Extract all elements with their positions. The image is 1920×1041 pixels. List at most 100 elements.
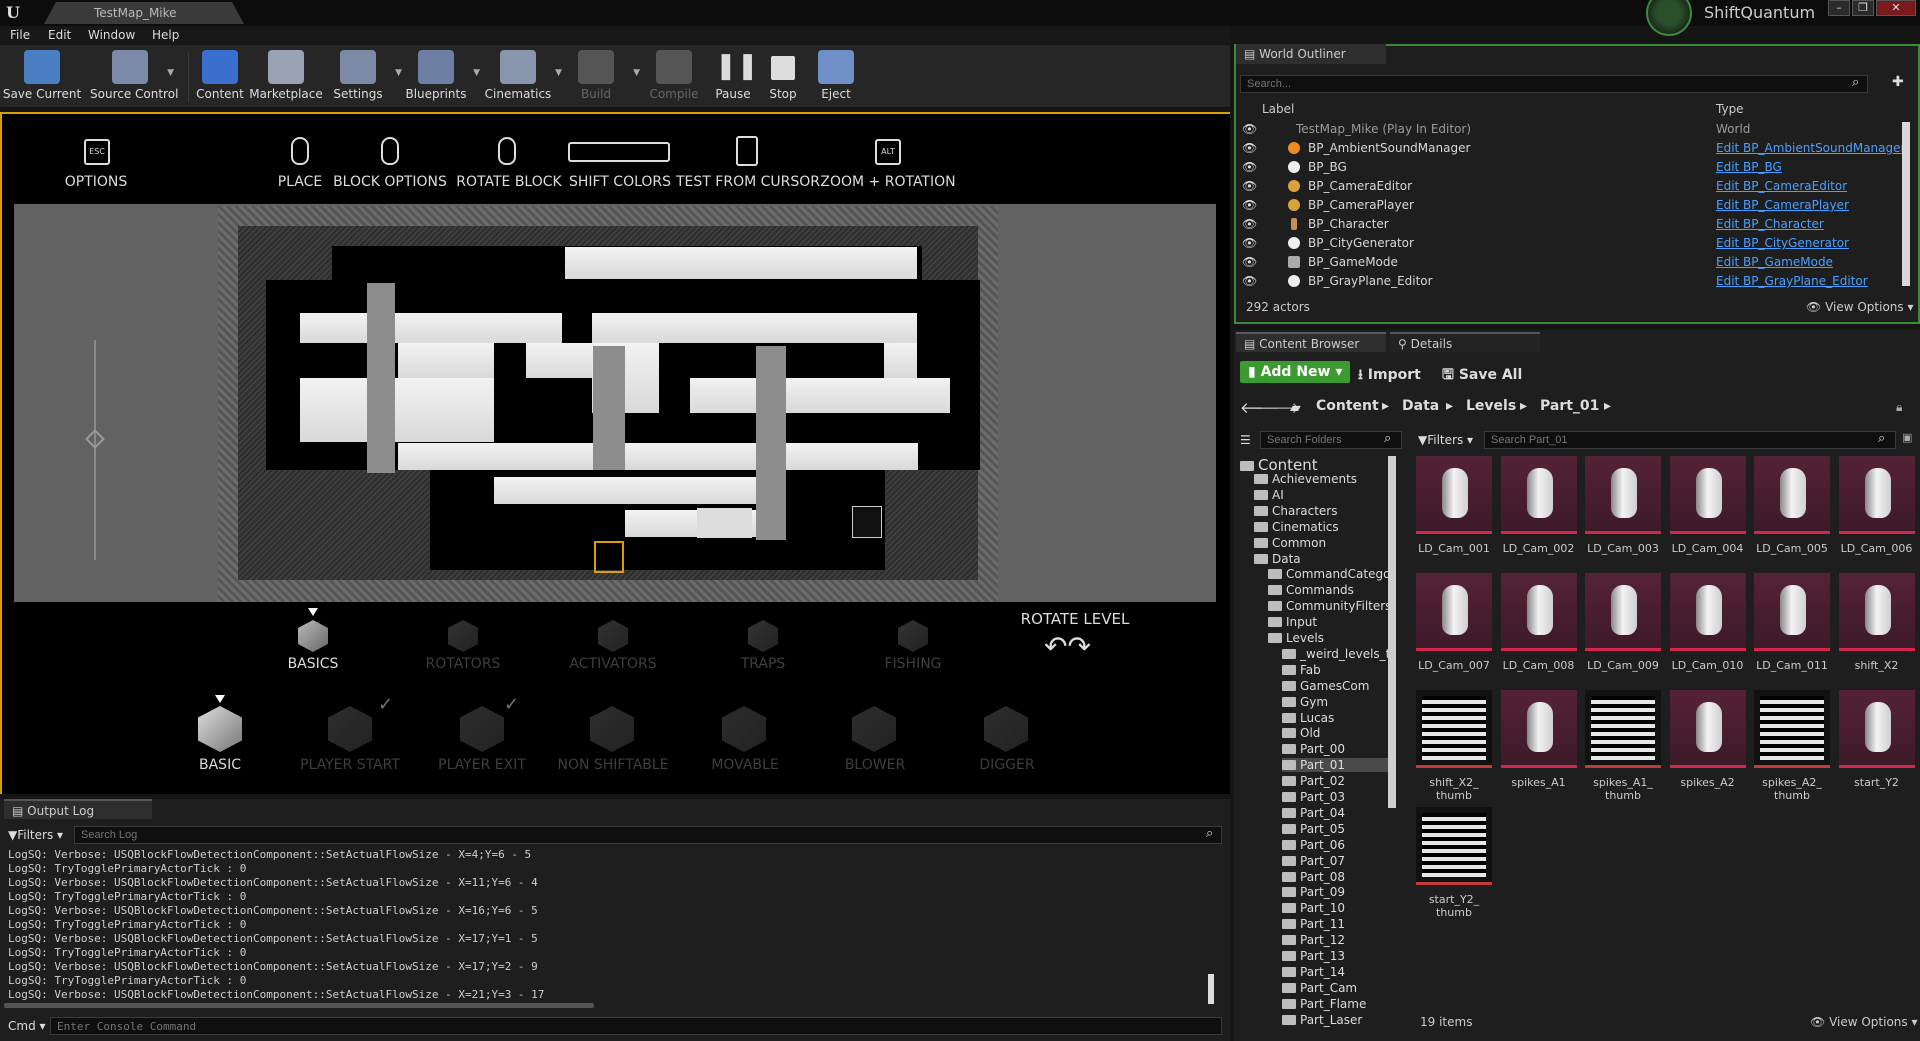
asset-tile[interactable]: LD_Cam_008	[1500, 573, 1577, 693]
build-button[interactable]: Build ▼	[556, 48, 640, 106]
asset-tile[interactable]: LD_Cam_006	[1838, 456, 1915, 576]
edit-blueprint-link[interactable]: Edit BP_GrayPlane_Editor	[1716, 274, 1868, 288]
folder-tree-item[interactable]: CommandCatego	[1268, 567, 1390, 581]
save-current-button[interactable]: Save Current	[2, 48, 82, 106]
close-window-button[interactable]: ✕	[1876, 0, 1916, 16]
log-vertical-scrollbar[interactable]	[1208, 974, 1214, 1004]
cmd-selector[interactable]: Cmd ▾	[8, 1019, 46, 1033]
outliner-row[interactable]: 👁 BP_GameMode Edit BP_GameMode	[1236, 253, 1916, 272]
log-search-input[interactable]	[74, 826, 1222, 844]
breadcrumb-part-01[interactable]: Part_01	[1540, 398, 1599, 414]
outliner-row[interactable]: 👁 BP_CityGenerator Edit BP_CityGenerator	[1236, 234, 1916, 253]
folder-tree-item[interactable]: Common	[1254, 536, 1326, 550]
edit-blueprint-link[interactable]: Edit BP_GameMode	[1716, 255, 1833, 269]
folder-tree-item[interactable]: Commands	[1268, 583, 1354, 597]
map-tab[interactable]: TestMap_Mike	[44, 2, 244, 24]
column-label-header[interactable]: Label	[1262, 102, 1294, 116]
folder-tree-item[interactable]: Levels	[1268, 631, 1324, 645]
block-non-shiftable[interactable]: NON SHIFTABLE	[548, 757, 678, 773]
outliner-row[interactable]: 👁 BP_Character Edit BP_Character	[1236, 215, 1916, 234]
visibility-eye-icon[interactable]: 👁	[1242, 236, 1257, 250]
block-digger[interactable]: DIGGER	[962, 757, 1052, 773]
visibility-eye-icon[interactable]: 👁	[1242, 217, 1257, 231]
outliner-scrollbar[interactable]	[1902, 122, 1910, 286]
chevron-down-icon[interactable]: ▼	[167, 68, 174, 78]
visibility-eye-icon[interactable]: 👁	[1242, 255, 1257, 269]
asset-tile[interactable]: LD_Cam_003	[1585, 456, 1661, 576]
folder-tree-item[interactable]: Part_Laser	[1282, 1013, 1362, 1027]
menu-edit[interactable]: Edit	[48, 28, 71, 42]
folder-tree-item[interactable]: Part_02	[1282, 774, 1345, 788]
folder-tree-item[interactable]: Part_14	[1282, 965, 1345, 979]
folder-tree-item[interactable]: Gym	[1282, 695, 1328, 709]
folder-tree-item[interactable]: Part_09	[1282, 885, 1345, 899]
eject-button[interactable]: Eject	[796, 48, 876, 106]
asset-filters-button[interactable]: ▼Filters ▾	[1418, 433, 1473, 447]
asset-tile[interactable]: LD_Cam_009	[1585, 573, 1661, 693]
block-blower[interactable]: BLOWER	[830, 757, 920, 773]
visibility-eye-icon[interactable]: 👁	[1242, 274, 1257, 288]
maximize-button[interactable]: ❐	[1852, 0, 1874, 16]
folder-tree-item[interactable]: Part_Flame	[1282, 997, 1366, 1011]
rotate-level-icon[interactable]: ↶↷	[1044, 630, 1091, 663]
folder-tree-item[interactable]: _weird_levels_t	[1282, 647, 1390, 661]
menu-file[interactable]: File	[10, 28, 30, 42]
category-basics[interactable]: BASICS	[268, 656, 358, 672]
folder-tree-item-selected[interactable]: Part_01	[1282, 758, 1388, 773]
zoom-slider-track[interactable]	[94, 340, 96, 560]
asset-tile[interactable]: shift_X2	[1838, 573, 1915, 693]
asset-tile[interactable]: spikes_A2_ thumb	[1754, 690, 1830, 810]
add-new-button[interactable]: ▮ Add New ▾	[1240, 361, 1351, 383]
folder-tree-item[interactable]: Part_03	[1282, 790, 1345, 804]
asset-tile[interactable]: LD_Cam_001	[1416, 456, 1492, 576]
outliner-row[interactable]: 👁 BP_CameraEditor Edit BP_CameraEditor	[1236, 177, 1916, 196]
folder-tree-item[interactable]: Part_00	[1282, 742, 1345, 756]
edit-blueprint-link[interactable]: Edit BP_AmbientSoundManager	[1716, 141, 1905, 155]
asset-tile[interactable]: LD_Cam_011	[1754, 573, 1830, 693]
asset-tile[interactable]: shift_X2_ thumb	[1416, 690, 1492, 810]
block-player-start[interactable]: PLAYER START	[290, 757, 410, 773]
asset-tile[interactable]: LD_Cam_004	[1669, 456, 1746, 576]
content-browser-tab[interactable]: ▤ Content Browser	[1236, 332, 1386, 352]
outliner-view-options[interactable]: 👁 View Options ▾	[1806, 300, 1914, 314]
folder-tree-item[interactable]: Part_12	[1282, 933, 1345, 947]
blueprints-button[interactable]: Blueprints ▼	[396, 48, 480, 106]
visibility-eye-icon[interactable]: 👁	[1242, 198, 1257, 212]
folder-tree-item[interactable]: CommunityFilters	[1268, 599, 1391, 613]
outliner-row[interactable]: 👁 BP_BG Edit BP_BG	[1236, 158, 1916, 177]
folder-tree-item[interactable]: Data	[1254, 552, 1301, 566]
folder-tree-scrollbar[interactable]	[1388, 456, 1396, 808]
edit-blueprint-link[interactable]: Edit BP_CameraEditor	[1716, 179, 1847, 193]
asset-view-options[interactable]: 👁 View Options ▾	[1810, 1015, 1918, 1029]
folder-tree-item[interactable]: Part_07	[1282, 854, 1345, 868]
folder-tree-item[interactable]: Part_06	[1282, 838, 1345, 852]
asset-search-input[interactable]	[1484, 431, 1896, 449]
folder-tree-item[interactable]: GamesCom	[1282, 679, 1369, 693]
folder-tree-item[interactable]: Part_11	[1282, 917, 1345, 931]
folder-tree-item[interactable]: Part_Cam	[1282, 981, 1357, 995]
visibility-eye-icon[interactable]: 👁	[1242, 160, 1257, 174]
log-horizontal-scrollbar[interactable]	[4, 1003, 594, 1008]
outliner-row[interactable]: 👁 BP_AmbientSoundManager Edit BP_AmbientSo…	[1236, 139, 1916, 158]
folder-tree-item[interactable]: Achievements	[1254, 472, 1357, 486]
folder-tree-item[interactable]: Old	[1282, 726, 1320, 740]
outliner-search-input[interactable]	[1240, 75, 1868, 93]
source-control-button[interactable]: Source Control ▼	[90, 48, 178, 106]
folder-tree-item[interactable]: AI	[1254, 488, 1284, 502]
save-search-icon[interactable]: ▣	[1902, 431, 1912, 444]
visibility-eye-icon[interactable]: 👁	[1242, 179, 1257, 193]
breadcrumb-data[interactable]: Data	[1402, 398, 1439, 414]
category-rotators[interactable]: ROTATORS	[418, 656, 508, 672]
menu-help[interactable]: Help	[152, 28, 179, 42]
folder-tree-item[interactable]: Part_04	[1282, 806, 1345, 820]
edit-blueprint-link[interactable]: Edit BP_BG	[1716, 160, 1782, 174]
edit-blueprint-link[interactable]: Edit BP_CameraPlayer	[1716, 198, 1849, 212]
cinematics-button[interactable]: Cinematics ▼	[478, 48, 562, 106]
column-type-header[interactable]: Type	[1716, 102, 1744, 116]
asset-tile[interactable]: LD_Cam_010	[1669, 573, 1746, 693]
asset-tile[interactable]: LD_Cam_002	[1500, 456, 1577, 576]
breadcrumb-levels[interactable]: Levels	[1466, 398, 1516, 414]
block-player-exit[interactable]: PLAYER EXIT	[422, 757, 542, 773]
folder-tree-item[interactable]: Cinematics	[1254, 520, 1339, 534]
edit-blueprint-link[interactable]: Edit BP_Character	[1716, 217, 1824, 231]
